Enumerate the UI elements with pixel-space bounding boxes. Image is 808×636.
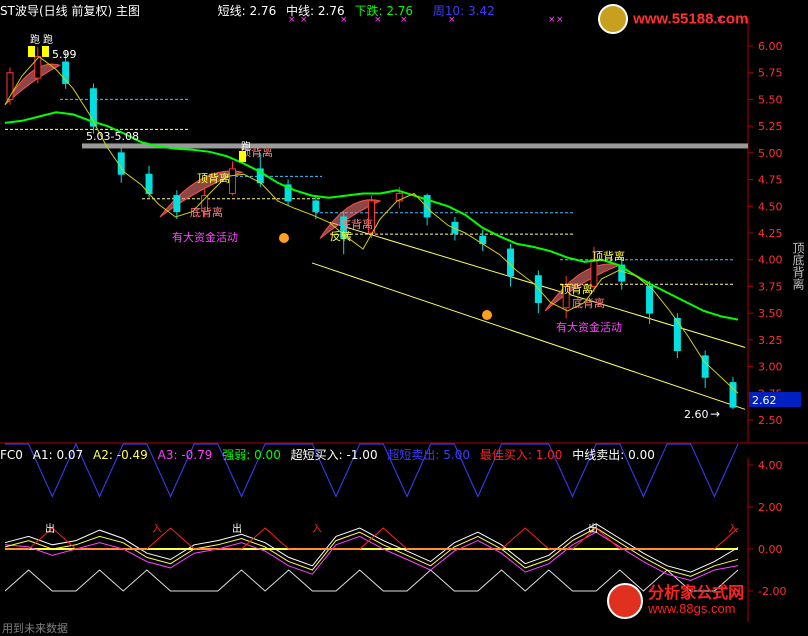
last-price-tag-label: 2.62 bbox=[752, 394, 777, 407]
strength-label: 强弱: bbox=[222, 448, 251, 462]
bottom-signal-icon-1 bbox=[279, 233, 289, 243]
watermark-top: www.55188.com bbox=[598, 4, 748, 34]
watermark-bottom: 分析家公式网 www.88gs.com bbox=[607, 583, 744, 619]
candle-body bbox=[312, 200, 320, 213]
ru-label-1: 入 bbox=[152, 524, 162, 535]
chu-label-3: 出 bbox=[588, 522, 598, 535]
down-value: 2.76 bbox=[386, 4, 414, 18]
ru-label-2: 入 bbox=[312, 524, 322, 535]
pao-label-2: 跑 bbox=[43, 33, 53, 46]
resistance-band bbox=[82, 143, 748, 149]
sub-name: FC0 bbox=[0, 448, 23, 462]
y-tick-label: 3.50 bbox=[758, 307, 783, 320]
reversal-label: 反转 bbox=[330, 229, 352, 243]
divergence-fans bbox=[4, 63, 622, 312]
header-x-mark: × bbox=[548, 15, 556, 25]
y-tick-label: 4.00 bbox=[758, 254, 783, 267]
watermark-top-url: www.55188.com bbox=[633, 10, 749, 28]
top-div-label-4: 顶背离 bbox=[560, 282, 593, 296]
mid-value: 2.76 bbox=[317, 4, 345, 18]
low-price-arrow: → bbox=[710, 407, 720, 421]
y-tick-label: 2.50 bbox=[758, 414, 783, 427]
ultra-buy-label: 超短买入: bbox=[290, 448, 343, 462]
globe-logo-icon bbox=[598, 4, 628, 34]
mid-sell-label: 中线卖出: bbox=[572, 448, 625, 462]
y-tick-label: 3.00 bbox=[758, 361, 783, 374]
main-header: ST波导(日线 前复权) 主图 短线: 2.76 中线: 2.76 下跌: 2.… bbox=[0, 2, 495, 19]
trend-channel bbox=[311, 221, 746, 410]
best-buy-line bbox=[5, 527, 739, 550]
mid-label: 中线: bbox=[286, 4, 315, 18]
sub-y-tick-label: -2.00 bbox=[758, 585, 786, 598]
watermark-bottom-url: www.88gs.com bbox=[648, 601, 736, 616]
sub-y-tick-label: 4.00 bbox=[758, 459, 783, 472]
pao-label-1: 跑 bbox=[30, 33, 40, 46]
mid-sell-value: 0.00 bbox=[628, 448, 655, 462]
ultra-sell-label: 超短卖出: bbox=[387, 448, 440, 462]
pao-marker-2 bbox=[42, 46, 49, 57]
resistance-lines bbox=[5, 98, 748, 285]
big-money-label-2: 有大资金活动 bbox=[556, 320, 622, 334]
y-tick-label: 5.25 bbox=[758, 120, 783, 133]
cycle-value: 3.42 bbox=[468, 4, 495, 18]
candle-body bbox=[646, 285, 654, 314]
y-tick-label: 5.75 bbox=[758, 67, 783, 80]
ru-label-3: 入 bbox=[728, 524, 738, 535]
range-label: 5.03-5.08 bbox=[86, 130, 139, 143]
header-x-mark: × bbox=[556, 15, 564, 25]
best-buy-label: 最佳买入: bbox=[479, 448, 532, 462]
candle-body bbox=[673, 317, 681, 352]
high-price-label: 5.99 bbox=[52, 48, 77, 61]
a1-label: A1: bbox=[32, 448, 53, 462]
fc0-panel bbox=[4, 442, 739, 592]
y-tick-label: 5.50 bbox=[758, 93, 783, 106]
low-price-label: 2.60 bbox=[684, 408, 709, 421]
future-data-note: 用到未来数据 bbox=[2, 621, 68, 635]
a2-value: -0.49 bbox=[116, 448, 148, 462]
y-tick-label: 4.75 bbox=[758, 174, 783, 187]
sub-y-tick-label: 0.00 bbox=[758, 543, 783, 556]
pao-marker-3 bbox=[239, 151, 246, 162]
chu-label-2: 出 bbox=[232, 522, 242, 535]
right-vertical-label: 顶底背离 bbox=[791, 242, 805, 291]
bottom-div-label-3: 底背离 bbox=[572, 296, 605, 310]
y-tick-label: 4.50 bbox=[758, 200, 783, 213]
bottom-signal-icon-2 bbox=[482, 310, 492, 320]
y-tick-label: 4.25 bbox=[758, 227, 783, 240]
y-tick-label: 6.00 bbox=[758, 40, 783, 53]
candle-body bbox=[173, 195, 181, 213]
top-div-label-1: 顶背离 bbox=[197, 171, 230, 185]
watermark-brand: 分析家公式网 bbox=[648, 583, 745, 602]
bottom-div-label-1: 底背离 bbox=[190, 205, 223, 219]
a3-line bbox=[4, 531, 739, 582]
short-value: 2.76 bbox=[249, 4, 277, 18]
ultra-sell-value: 5.00 bbox=[443, 448, 471, 462]
short-label: 短线: bbox=[217, 4, 246, 18]
big-money-label-1: 有大资金活动 bbox=[172, 230, 238, 244]
ultra-buy-value: -1.00 bbox=[346, 448, 378, 462]
a2-label: A2: bbox=[93, 448, 113, 462]
chart-canvas: 2.502.753.003.253.503.754.004.254.504.75… bbox=[0, 15, 808, 635]
candle-body bbox=[228, 168, 236, 194]
sub-header: FC0 A1: 0.07 A2: -0.49 A3: -0.79 强弱: 0.0… bbox=[0, 446, 655, 463]
top-div-label-3: 顶背离 bbox=[592, 249, 625, 263]
y-tick-label: 3.75 bbox=[758, 280, 783, 293]
y-tick-label: 5.00 bbox=[758, 147, 783, 160]
chu-label-1: 出 bbox=[45, 522, 55, 535]
bottom-div-label-2: 底背离 bbox=[340, 217, 373, 231]
best-buy-value: 1.00 bbox=[535, 448, 563, 462]
brand-logo-icon bbox=[607, 583, 643, 619]
a1-value: 0.07 bbox=[56, 448, 84, 462]
strength-value: 0.00 bbox=[254, 448, 281, 462]
pao-marker-1 bbox=[28, 46, 35, 57]
sub-y-tick-label: 2.00 bbox=[758, 501, 783, 514]
down-label: 下跌: bbox=[354, 4, 383, 18]
y-tick-label: 3.25 bbox=[758, 334, 783, 347]
y-ticks: 2.502.753.003.253.503.754.004.254.504.75… bbox=[748, 40, 786, 598]
a3-label: A3: bbox=[157, 448, 178, 462]
chart-title: ST波导(日线 前复权) 主图 bbox=[0, 4, 140, 18]
cycle-label: 周10: bbox=[432, 4, 465, 18]
a3-value: -0.79 bbox=[181, 448, 213, 462]
